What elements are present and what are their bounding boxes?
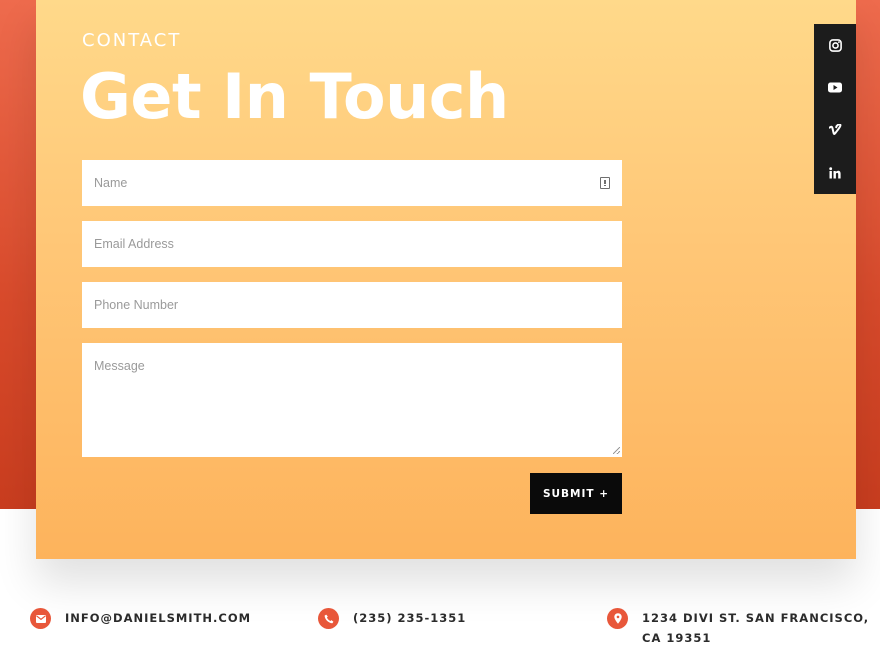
page-title: Get In Touch: [80, 60, 509, 133]
address-line-1: 1234 DIVI ST. SAN FRANCISCO,: [642, 611, 870, 625]
social-sidebar: [814, 24, 856, 194]
section-eyebrow: CONTACT: [82, 30, 182, 51]
instagram-link[interactable]: [814, 24, 856, 66]
phone-info: (235) 235-1351: [318, 608, 466, 629]
email-field[interactable]: [82, 221, 622, 267]
youtube-link[interactable]: [814, 66, 856, 108]
instagram-icon: [828, 38, 842, 52]
phone-field[interactable]: [82, 282, 622, 328]
submit-button[interactable]: SUBMIT +: [530, 473, 622, 514]
email-info: INFO@DANIELSMITH.COM: [30, 608, 251, 629]
contact-card-icon: [600, 177, 610, 189]
address-text: 1234 DIVI ST. SAN FRANCISCO, CA 19351: [642, 608, 869, 648]
address-info: 1234 DIVI ST. SAN FRANCISCO, CA 19351: [607, 608, 869, 648]
address-line-2: CA 19351: [642, 631, 712, 645]
vimeo-icon: [828, 124, 841, 135]
email-address-text[interactable]: INFO@DANIELSMITH.COM: [65, 608, 251, 628]
contact-card: CONTACT Get In Touch SUBMIT +: [36, 0, 856, 559]
name-field[interactable]: [82, 160, 622, 206]
envelope-icon: [30, 608, 51, 629]
vimeo-link[interactable]: [814, 109, 856, 151]
resize-handle-icon[interactable]: [613, 447, 620, 454]
linkedin-icon: [829, 167, 841, 179]
linkedin-link[interactable]: [814, 152, 856, 194]
location-pin-icon: [607, 608, 628, 629]
phone-number-text[interactable]: (235) 235-1351: [353, 608, 466, 628]
phone-icon: [318, 608, 339, 629]
message-field[interactable]: [82, 343, 622, 457]
youtube-icon: [828, 82, 842, 92]
